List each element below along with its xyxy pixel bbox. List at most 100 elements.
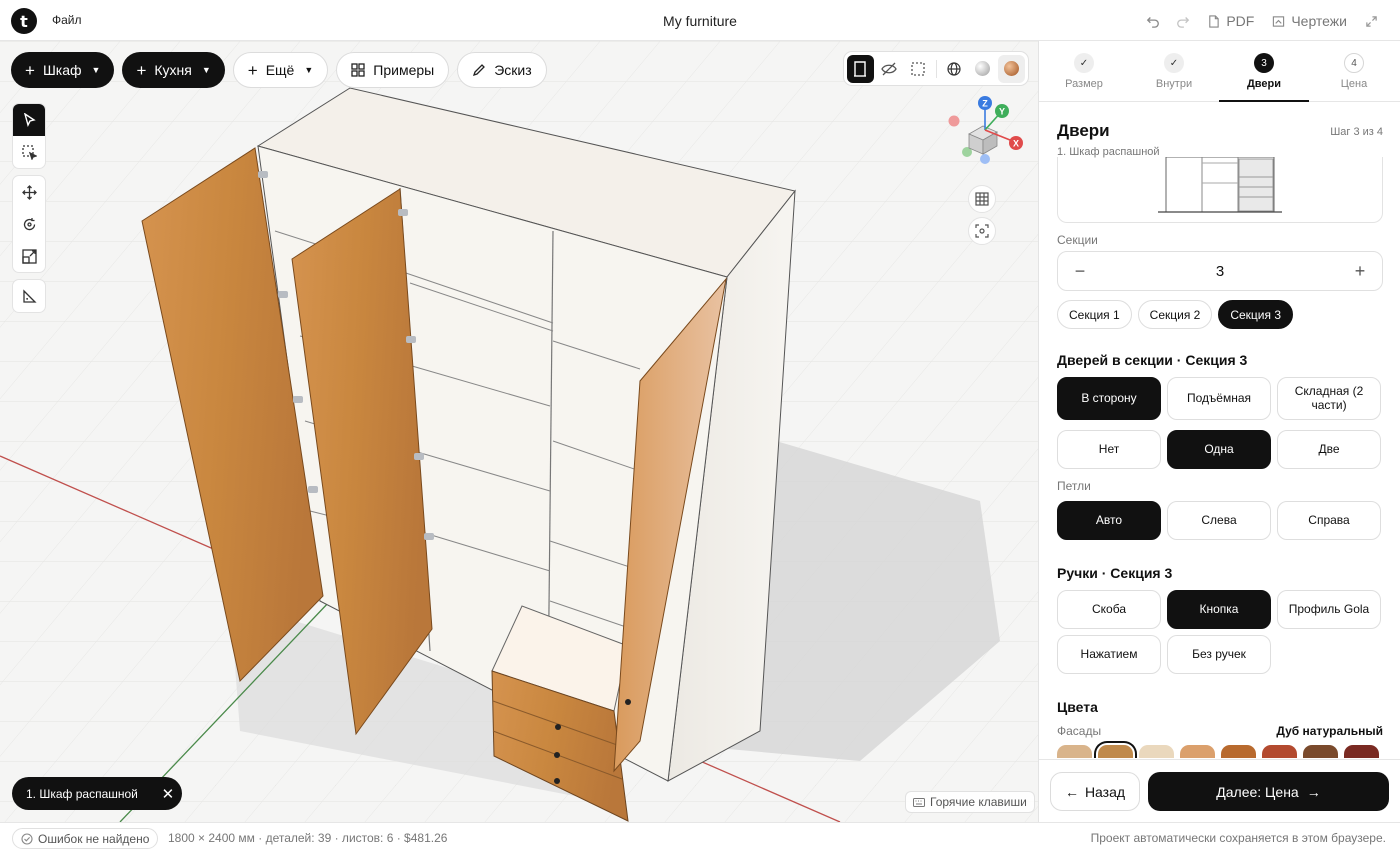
door-count-none[interactable]: Нет — [1057, 430, 1161, 469]
handle-gola[interactable]: Профиль Gola — [1277, 590, 1381, 629]
3d-scene[interactable] — [0, 41, 1038, 822]
drawing-icon — [1273, 15, 1285, 27]
back-button[interactable]: ← Назад — [1050, 772, 1140, 811]
globe-icon[interactable] — [940, 55, 967, 83]
close-icon[interactable]: ✕ — [154, 780, 182, 808]
color-swatch[interactable] — [1262, 745, 1297, 758]
next-button[interactable]: Далее: Цена → — [1148, 772, 1389, 811]
gizmo-z-label: Z — [982, 99, 988, 109]
plus-icon[interactable]: + — [1352, 261, 1368, 282]
focus-icon[interactable] — [968, 217, 996, 245]
hide-icon[interactable] — [876, 55, 903, 83]
handle-bracket[interactable]: Скоба — [1057, 590, 1161, 629]
material-wood-icon[interactable] — [998, 54, 1026, 83]
hinges-label: Петли — [1057, 479, 1091, 493]
pointer-icon[interactable] — [13, 104, 45, 136]
add-cabinet-label: Шкаф — [42, 62, 82, 78]
file-menu[interactable]: Файл — [52, 13, 82, 27]
transform-tools — [12, 175, 46, 273]
hinge-auto[interactable]: Авто — [1057, 501, 1161, 540]
step-price[interactable]: 4 Цена — [1309, 41, 1399, 101]
door-type-lift[interactable]: Подъёмная — [1167, 377, 1271, 420]
axis-gizmo[interactable]: Z Y X — [945, 94, 1027, 166]
drawings-label: Чертежи — [1291, 13, 1347, 29]
gizmo-x-label: X — [1013, 139, 1019, 149]
view-mode-switcher — [843, 51, 1029, 86]
scale-icon[interactable] — [13, 240, 45, 272]
color-swatch[interactable] — [1139, 745, 1174, 758]
handle-knob[interactable]: Кнопка — [1167, 590, 1271, 629]
step-counter: Шаг 3 из 4 — [1330, 126, 1383, 138]
errors-chip[interactable]: Ошибок не найдено — [12, 828, 159, 849]
examples-button[interactable]: Примеры — [336, 52, 450, 88]
step-inside[interactable]: ✓ Внутри — [1129, 41, 1219, 101]
material-white-icon[interactable] — [969, 55, 996, 83]
step-check-icon: ✓ — [1074, 53, 1094, 73]
door-type-folding[interactable]: Складная (2 части) — [1277, 377, 1381, 420]
step-label: Цена — [1340, 78, 1368, 90]
app-logo[interactable]: t — [11, 8, 37, 34]
facade-swatches — [1057, 745, 1379, 758]
document-title[interactable]: My furniture — [663, 13, 737, 29]
panel-content[interactable]: Двери Шаг 3 из 4 1. Шкаф распашной Секци… — [1057, 102, 1383, 758]
selected-object-label: 1. Шкаф распашной — [26, 786, 138, 801]
color-swatch[interactable] — [1180, 745, 1215, 758]
step-label: Внутри — [1155, 78, 1193, 90]
handle-options: Скоба Кнопка Профиль Gola Нажатием Без р… — [1057, 590, 1381, 674]
color-swatch[interactable] — [1221, 745, 1256, 758]
sections-value[interactable]: 3 — [1216, 263, 1224, 280]
arrow-left-icon: ← — [1064, 783, 1079, 800]
more-button[interactable]: + Ещё ▼ — [232, 52, 329, 88]
hinge-left[interactable]: Слева — [1167, 501, 1271, 540]
more-label: Ещё — [265, 62, 295, 78]
3d-viewport[interactable]: + Шкаф ▼ + Кухня ▼ + Ещё ▼ Примеры Эскиз — [0, 41, 1038, 822]
move-icon[interactable] — [13, 176, 45, 208]
undo-icon[interactable] — [1138, 10, 1168, 32]
chevron-down-icon: ▼ — [91, 65, 101, 75]
top-bar: t Файл My furniture PDF Чертежи — [0, 0, 1400, 41]
select-frame-icon[interactable] — [905, 55, 932, 83]
pdf-button[interactable]: PDF — [1198, 13, 1263, 29]
fullscreen-icon[interactable] — [1356, 10, 1386, 32]
logo-letter: t — [20, 11, 28, 31]
handle-none[interactable]: Без ручек — [1167, 635, 1271, 674]
step-label: Размер — [1065, 78, 1103, 90]
door-count-one[interactable]: Одна — [1167, 430, 1271, 469]
hotkeys-button[interactable]: Горячие клавиши — [905, 791, 1035, 813]
hotkeys-label: Горячие клавиши — [930, 795, 1027, 809]
drawings-button[interactable]: Чертежи — [1263, 13, 1356, 29]
color-swatch[interactable] — [1344, 745, 1379, 758]
main-toolbar: + Шкаф ▼ + Кухня ▼ + Ещё ▼ Примеры Эскиз — [11, 52, 547, 88]
color-swatch[interactable] — [1303, 745, 1338, 758]
redo-icon[interactable] — [1168, 10, 1198, 32]
door-count-two[interactable]: Две — [1277, 430, 1381, 469]
sections-label: Секции — [1057, 233, 1098, 247]
door-type-swing[interactable]: В сторону — [1057, 377, 1161, 420]
plus-icon: + — [25, 60, 35, 80]
handle-push[interactable]: Нажатием — [1057, 635, 1161, 674]
step-doors[interactable]: 3 Двери — [1219, 41, 1309, 102]
section-3-pill[interactable]: Секция 3 — [1218, 300, 1294, 329]
section-2-pill[interactable]: Секция 2 — [1137, 300, 1213, 329]
rotate-icon[interactable] — [13, 208, 45, 240]
ruler-icon[interactable] — [13, 280, 45, 312]
section-1-pill[interactable]: Секция 1 — [1057, 300, 1132, 329]
step-size[interactable]: ✓ Размер — [1039, 41, 1129, 101]
box-select-icon[interactable] — [13, 136, 45, 168]
examples-label: Примеры — [373, 62, 435, 78]
cabinet-thumbnail — [1158, 156, 1282, 213]
add-cabinet-button[interactable]: + Шкаф ▼ — [11, 52, 115, 88]
section-pills: Секция 1 Секция 2 Секция 3 — [1057, 300, 1294, 329]
autosave-note: Проект автоматически сохраняется в этом … — [1090, 831, 1386, 845]
pencil-icon — [473, 64, 486, 77]
minus-icon[interactable]: − — [1072, 261, 1088, 282]
doors-view-icon[interactable] — [847, 54, 874, 83]
color-swatch[interactable] — [1098, 745, 1133, 758]
add-kitchen-button[interactable]: + Кухня ▼ — [122, 52, 225, 88]
sketch-button[interactable]: Эскиз — [457, 52, 547, 88]
grid-toggle-icon[interactable] — [968, 185, 996, 213]
selected-object-chip[interactable]: 1. Шкаф распашной ✕ — [12, 777, 182, 810]
hinge-right[interactable]: Справа — [1277, 501, 1381, 540]
arrow-right-icon: → — [1306, 783, 1321, 800]
color-swatch[interactable] — [1057, 745, 1092, 758]
